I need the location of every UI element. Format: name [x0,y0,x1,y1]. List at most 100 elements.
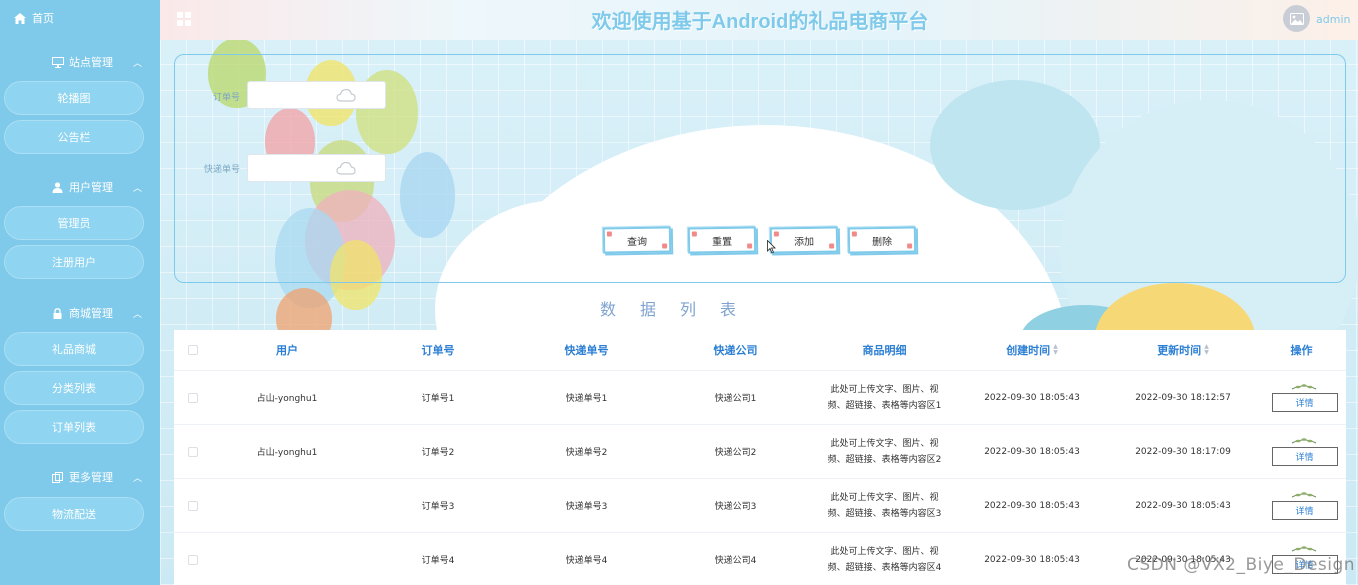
column-header-user: 用户 [276,344,298,357]
table-title: 数据列表 [599,300,760,319]
cell-detail-line: 此处可上传文字、图片、视 [830,492,939,503]
sidebar-item-logistics[interactable]: 物流配送 [4,497,144,531]
sort-icon[interactable]: ▲ ▼ [1204,344,1209,356]
detail-button[interactable]: 详情 [1271,500,1338,520]
row-checkbox[interactable] [188,446,198,457]
cell-detail-line: 此处可上传文字、图片、视 [830,438,939,449]
user-name[interactable]: admin [1316,13,1350,26]
cell-created: 2022-09-30 18:05:43 [984,554,1080,565]
cell-updated: 2022-09-30 18:17:09 [1135,446,1231,457]
sidebar-item-admin[interactable]: 管理员 [4,206,144,240]
sidebar-group-label: 商城管理 [69,307,113,320]
sidebar-group-users[interactable]: 用户管理 ︿ [0,180,160,194]
column-header-company: 快递公司 [713,344,758,357]
cell-detail-line: 此处可上传文字、图片、视 [830,384,939,395]
cell-detail-line: 频、超链接、表格等内容区2 [827,454,942,465]
table-row: 占山-yonghu1 订单号2 快递单号2 快递公司2 此处可上传文字、图片、视… [174,425,1346,479]
reset-button[interactable]: 重置 [687,226,757,254]
sidebar: 首页 站点管理 ︿ 轮播图 公告栏 用户管理 ︿ 管理员 注册用户 商城管理 ︿… [0,0,160,585]
column-header-created[interactable]: 创建时间 ▲ ▼ [957,330,1107,370]
cell-user: 占山-yonghu1 [256,394,318,404]
cell-detail-line: 频、超链接、表格等内容区4 [827,562,942,573]
cell-company: 快递公司4 [714,556,757,566]
column-header-order: 订单号 [421,344,455,357]
cell-created: 2022-09-30 18:05:43 [984,500,1080,511]
menu-grid-icon[interactable] [177,12,191,26]
chevron-up-icon: ︿ [133,473,143,484]
column-header-updated[interactable]: 更新时间 ▲ ▼ [1107,330,1259,370]
cell-detail-line: 此处可上传文字、图片、视 [830,546,939,557]
reset-button-label: 重置 [711,236,733,248]
table-row: 订单号3 快递单号3 快递公司3 此处可上传文字、图片、视 频、超链接、表格等内… [174,479,1346,533]
cell-express-no: 快递单号2 [565,448,608,458]
cell-detail-line: 频、超链接、表格等内容区3 [827,508,942,519]
sidebar-item-notice[interactable]: 公告栏 [4,120,144,154]
cell-updated: 2022-09-30 18:05:43 [1135,500,1231,511]
sidebar-item-order-list[interactable]: 订单列表 [4,410,144,444]
cell-order: 订单号2 [421,448,455,458]
avatar[interactable] [1283,5,1310,32]
leaf-decoration-icon [1291,437,1316,443]
leaf-decoration-icon [1291,491,1316,497]
cell-detail: 此处可上传文字、图片、视 频、超链接、表格等内容区3 [812,479,957,532]
detail-button[interactable]: 详情 [1271,392,1338,412]
column-header-updated-label: 更新时间 [1157,344,1202,357]
cell-detail: 此处可上传文字、图片、视 频、超链接、表格等内容区1 [812,371,957,424]
chevron-up-icon: ︿ [133,183,143,194]
sidebar-group-label: 用户管理 [69,181,113,194]
watermark: CSDN @VX2_Biye_Design [1127,555,1356,575]
cell-detail: 此处可上传文字、图片、视 频、超链接、表格等内容区2 [812,425,957,478]
cell-express-no: 快递单号4 [565,556,608,566]
sidebar-item-carousel[interactable]: 轮播图 [4,81,144,115]
chevron-up-icon: ︿ [133,58,143,69]
cell-updated: 2022-09-30 18:12:57 [1135,392,1231,403]
sidebar-group-label: 站点管理 [69,56,113,69]
sidebar-item-gift-mall[interactable]: 礼品商城 [4,332,144,366]
express-number-label: 快递单号 [204,165,241,175]
cell-express-no: 快递单号3 [565,502,608,512]
chevron-up-icon: ︿ [133,309,143,320]
table-header-row: 用户 订单号 快递单号 快递公司 商品明细 创建时间 ▲ ▼ 更新时间 ▲ ▼ 操作 [174,330,1346,371]
sidebar-group-more[interactable]: 更多管理 ︿ [0,470,160,484]
table-row: 占山-yonghu1 订单号1 快递单号1 快递公司1 此处可上传文字、图片、视… [174,371,1346,425]
image-icon [1289,12,1304,25]
leaf-decoration-icon [1291,545,1316,551]
order-number-input[interactable] [247,81,386,109]
cell-user [212,533,362,585]
delete-button[interactable]: 删除 [847,226,917,254]
sidebar-item-category-list[interactable]: 分类列表 [4,371,144,405]
row-checkbox[interactable] [188,500,198,511]
cell-detail-line: 频、超链接、表格等内容区1 [827,400,942,411]
cell-order: 订单号4 [421,556,455,566]
sidebar-home[interactable]: 首页 [14,10,54,26]
sidebar-group-mall[interactable]: 商城管理 ︿ [0,306,160,320]
sort-icon[interactable]: ▲ ▼ [1053,344,1058,356]
sidebar-group-site[interactable]: 站点管理 ︿ [0,55,160,69]
cell-order: 订单号1 [421,394,455,404]
cell-company: 快递公司2 [714,448,757,458]
row-checkbox[interactable] [188,392,198,403]
user-icon [52,181,63,193]
column-header-express-no: 快递单号 [564,344,609,357]
column-header-detail: 商品明细 [862,344,907,357]
sidebar-item-registered-users[interactable]: 注册用户 [4,245,144,279]
query-button[interactable]: 查询 [602,226,672,254]
sidebar-home-label: 首页 [32,12,54,25]
delete-button-label: 删除 [871,236,893,248]
express-number-input[interactable] [247,154,386,182]
leaf-decoration-icon [1291,383,1316,389]
add-button[interactable]: 添加 [769,226,839,254]
home-icon [14,12,26,24]
add-button-label: 添加 [793,236,815,248]
cell-user [212,479,362,532]
cell-detail: 此处可上传文字、图片、视 频、超链接、表格等内容区4 [812,533,957,585]
column-header-created-label: 创建时间 [1006,344,1051,357]
cell-express-no: 快递单号1 [565,394,608,404]
sidebar-group-label: 更多管理 [69,471,113,484]
cell-company: 快递公司1 [714,394,757,404]
query-button-label: 查询 [626,236,648,248]
detail-button[interactable]: 详情 [1271,446,1338,466]
row-checkbox[interactable] [188,554,198,565]
select-all-checkbox[interactable] [188,345,198,355]
cell-created: 2022-09-30 18:05:43 [984,392,1080,403]
